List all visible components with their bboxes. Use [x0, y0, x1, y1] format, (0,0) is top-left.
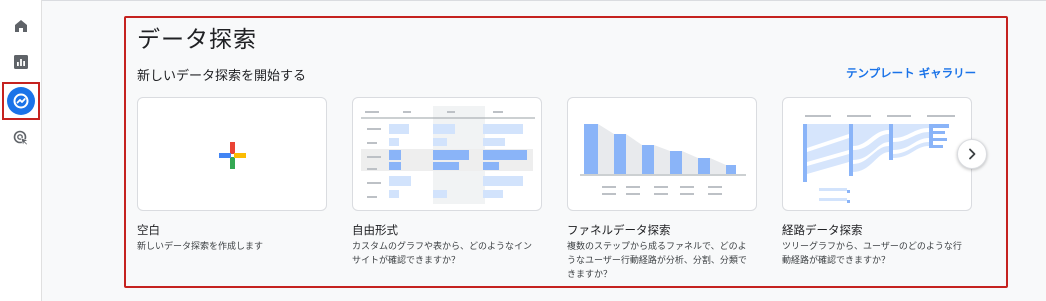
cursor-click-icon: [13, 130, 29, 146]
funnel-preview: [580, 124, 746, 195]
bar-chart-icon: [14, 55, 28, 69]
carousel-next-button[interactable]: [957, 139, 987, 169]
chevron-right-icon: [969, 148, 976, 160]
left-nav: [0, 0, 42, 301]
home-icon: [15, 20, 27, 32]
nav-home[interactable]: [0, 10, 42, 42]
card-title-funnel: ファネルデータ探索: [567, 223, 671, 237]
template-card-blank[interactable]: [137, 97, 327, 211]
template-card-funnel[interactable]: [567, 97, 757, 211]
plus-icon: [219, 142, 246, 169]
card-title-freeform: 自由形式: [352, 223, 398, 237]
table-preview: [361, 106, 535, 204]
page-title: データ探索: [137, 27, 257, 53]
template-card-path[interactable]: [782, 97, 972, 211]
path-preview: [803, 115, 955, 203]
explore-icon: [7, 87, 35, 115]
card-desc-freeform: カスタムのグラフや表から、どのようなイン サイトが確認できますか？: [352, 242, 533, 266]
section-title: 新しいデータ探索を開始する: [137, 69, 307, 84]
card-title-blank: 空白: [137, 223, 160, 237]
card-desc-path: ツリーグラフから、ユーザーのどのような行 動経路が確認できますか？: [782, 242, 962, 266]
template-gallery-link[interactable]: テンプレート ギャラリー: [846, 65, 976, 81]
card-desc-funnel: 複数のステップから成るファネルで、どのよ うなユーザー行動経路が分析、分割、分類…: [567, 242, 747, 280]
nav-explore[interactable]: [2, 82, 40, 120]
card-title-path: 経路データ探索: [782, 223, 863, 237]
template-card-freeform[interactable]: [352, 97, 542, 211]
nav-reports[interactable]: [0, 46, 42, 78]
nav-advertising[interactable]: [0, 122, 42, 154]
card-desc-blank: 新しいデータ探索を作成します: [137, 242, 264, 252]
